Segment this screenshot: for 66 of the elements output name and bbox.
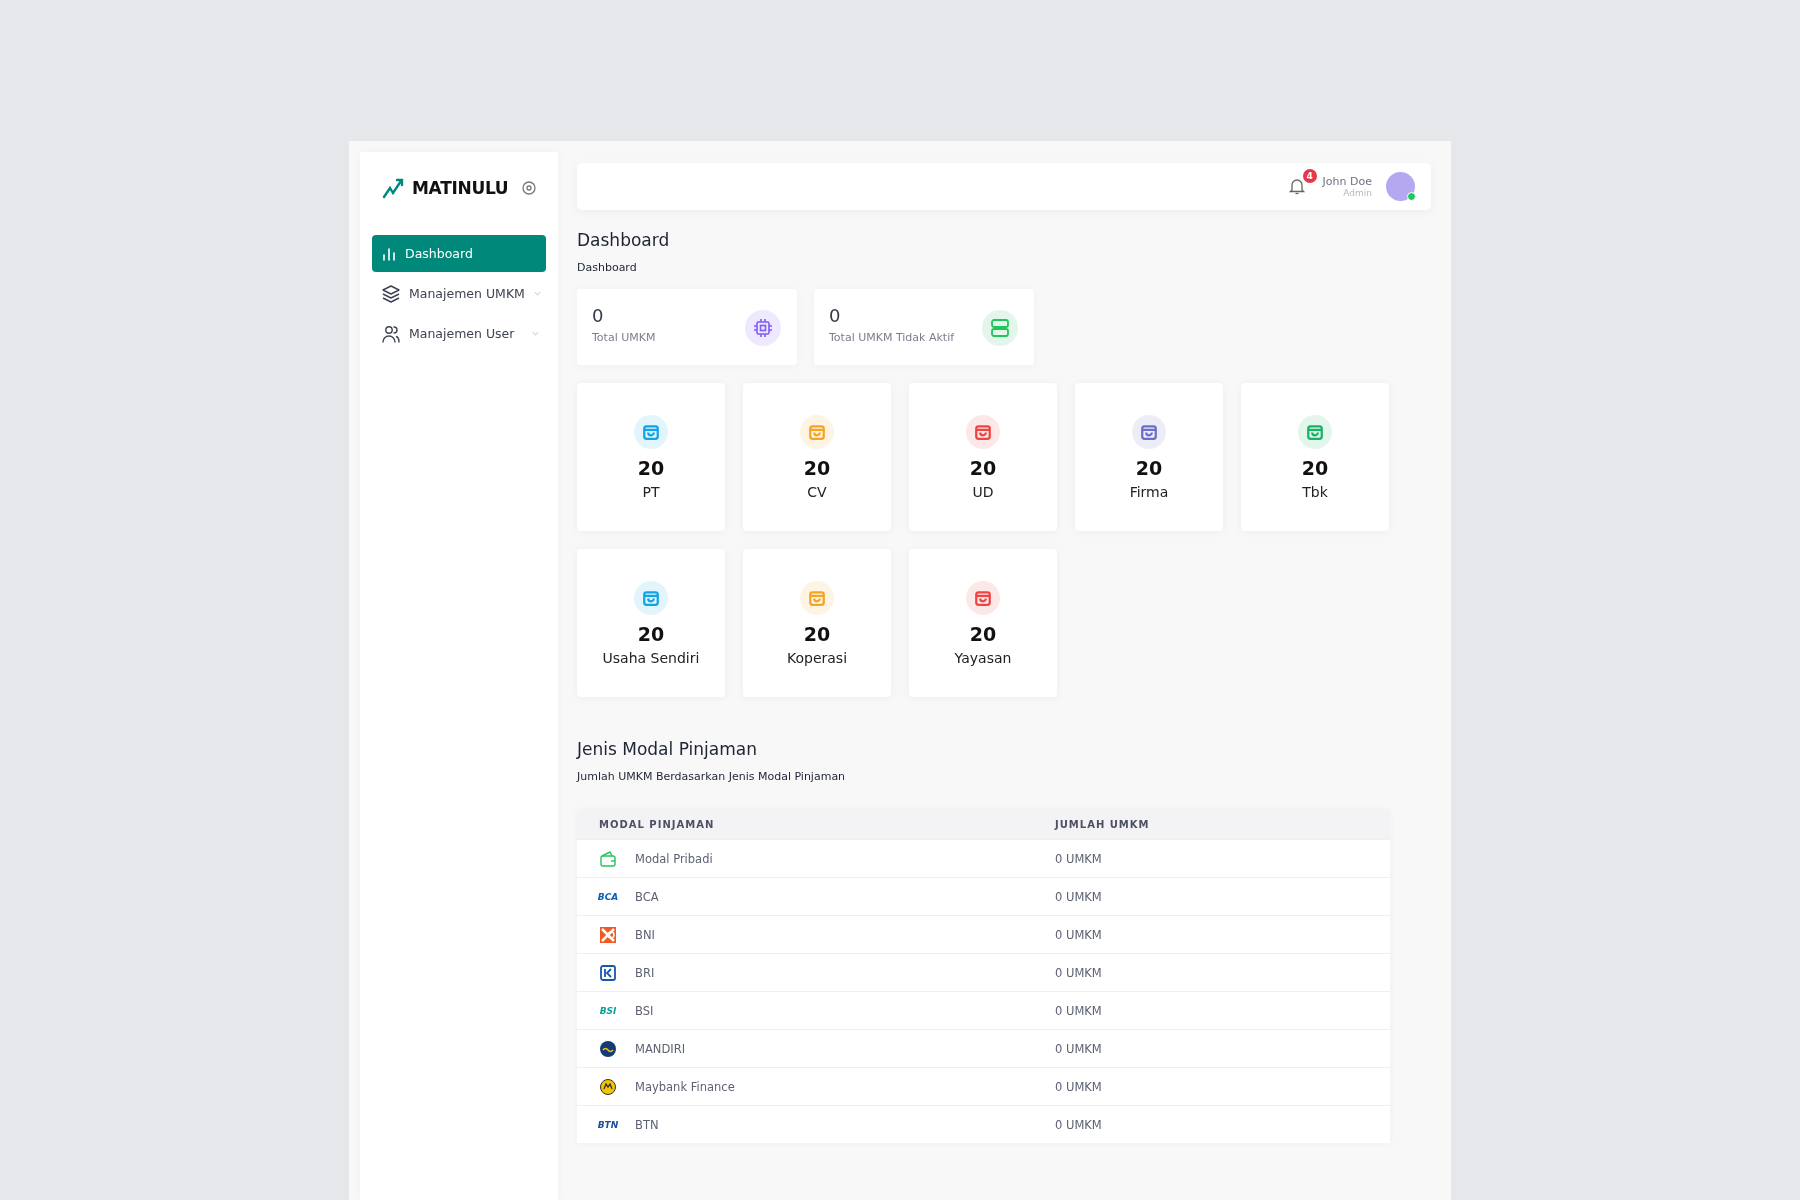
sidebar-item[interactable]: Dashboard (372, 235, 546, 272)
bank-logo-icon (600, 1040, 616, 1057)
category-count: 20 (803, 623, 831, 645)
stat-value: 0 (829, 305, 842, 326)
category-count: 20 (1135, 457, 1163, 479)
bell-icon[interactable] (1288, 176, 1305, 195)
layers-icon (381, 283, 401, 304)
notification-badge: 4 (1302, 168, 1317, 183)
table-cell: BNI (635, 927, 655, 942)
category-label: Yayasan (954, 650, 1012, 666)
stat-label: Total UMKM (592, 331, 656, 344)
bank-logo: BCA (597, 891, 619, 902)
wallet-icon (599, 849, 617, 868)
bank-logo: BTN (597, 1119, 619, 1130)
avatar[interactable] (1386, 172, 1415, 201)
table-cell: MANDIRI (635, 1041, 686, 1056)
sidebar-item[interactable]: Manajemen UMKM (372, 275, 546, 312)
category-count: 20 (969, 457, 997, 479)
category-count: 20 (1301, 457, 1329, 479)
user-role: Admin (1343, 188, 1372, 198)
column-header: MODAL PINJAMAN (577, 809, 1055, 840)
server-icon (991, 319, 1009, 337)
category-label: PT (642, 484, 660, 500)
table-cell: 0 UMKM (1055, 851, 1102, 866)
category-count: 20 (637, 623, 665, 645)
category-label: Usaha Sendiri (602, 650, 700, 666)
table-cell: 0 UMKM (1055, 1003, 1102, 1018)
category-label: UD (972, 484, 994, 500)
breadcrumb: Dashboard (577, 261, 637, 274)
user-name: John Doe (1322, 175, 1372, 188)
category-label: Firma (1129, 484, 1169, 500)
users-icon (381, 323, 401, 344)
table-cell: 0 UMKM (1055, 889, 1102, 904)
table-cell: 0 UMKM (1055, 927, 1102, 942)
bank-logo: BSI (599, 1005, 617, 1016)
stat-label: Total UMKM Tidak Aktif (829, 331, 955, 344)
bank-logo-icon (600, 926, 616, 943)
table-cell: BSI (635, 1003, 654, 1018)
table-cell: BCA (635, 889, 659, 904)
table-cell: 0 UMKM (1055, 1041, 1102, 1056)
brand-name: MATINULU (412, 178, 510, 198)
bank-logo-icon (600, 964, 616, 981)
category-label: Koperasi (786, 650, 848, 666)
table-cell: 0 UMKM (1055, 965, 1102, 980)
settings-icon[interactable] (522, 181, 536, 195)
table-cell: BTN (635, 1117, 659, 1132)
page-title: Dashboard (577, 230, 671, 250)
table-cell: BRI (635, 965, 655, 980)
category-label: CV (807, 484, 827, 500)
logo-icon (382, 177, 404, 199)
bank-logo-icon (600, 1078, 616, 1095)
stat-value: 0 (592, 305, 605, 326)
category-count: 20 (637, 457, 665, 479)
category-label: Tbk (1302, 484, 1328, 500)
table-cell: 0 UMKM (1055, 1117, 1102, 1132)
sidebar-item[interactable]: Manajemen User (372, 315, 546, 352)
table-cell: 0 UMKM (1055, 1079, 1102, 1094)
category-count: 20 (969, 623, 997, 645)
section-subtitle: Jumlah UMKM Berdasarkan Jenis Modal Pinjaman (577, 770, 846, 783)
section-title: Jenis Modal Pinjaman (577, 739, 758, 759)
column-header: JUMLAH UMKM (1055, 809, 1390, 840)
chip-icon (753, 318, 773, 338)
table-cell: Maybank Finance (635, 1079, 735, 1094)
table-cell: Modal Pribadi (635, 851, 713, 866)
bar-chart-icon (381, 245, 397, 262)
category-count: 20 (803, 457, 831, 479)
